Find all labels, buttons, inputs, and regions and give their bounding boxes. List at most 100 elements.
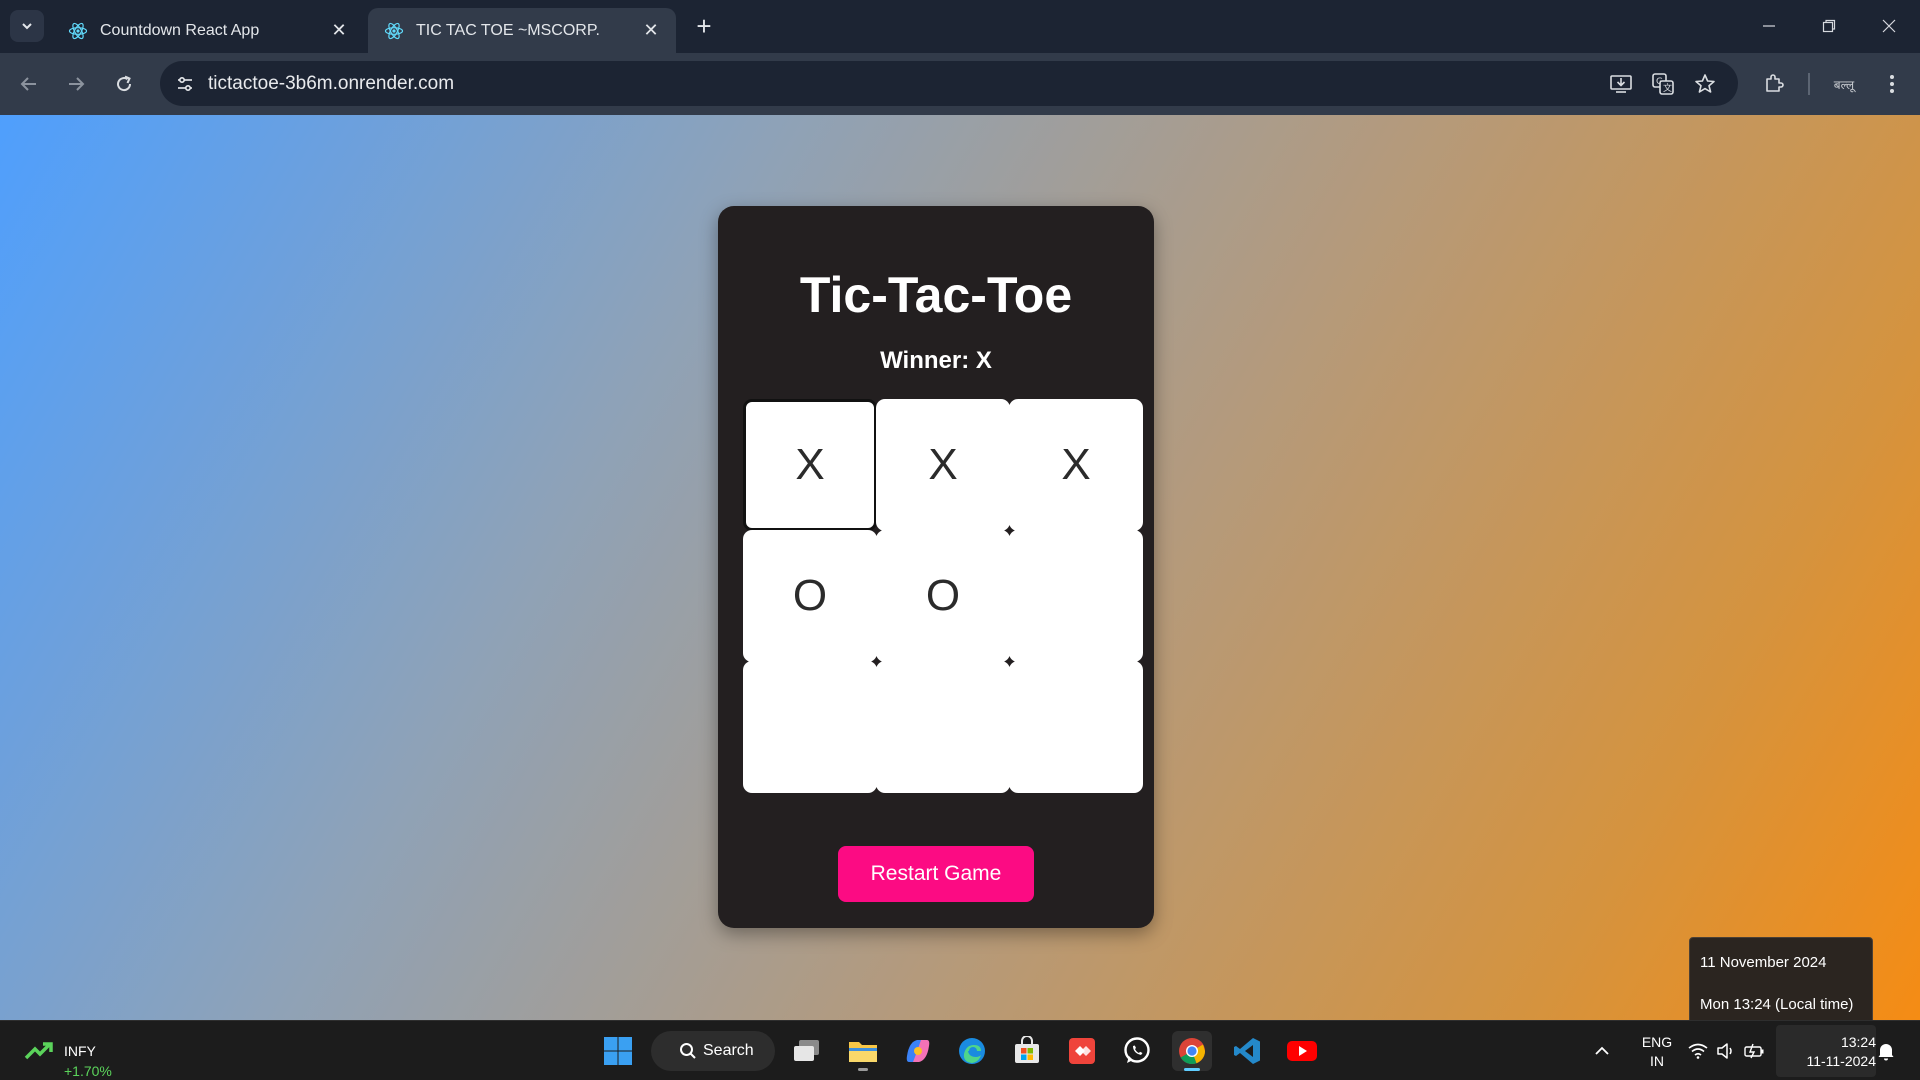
profile-button[interactable]: बल्लू (1826, 68, 1862, 100)
page-viewport: Tic-Tac-Toe Winner: X X X X O O Restart … (0, 115, 1920, 1020)
install-app-button[interactable] (1608, 71, 1634, 97)
more-vertical-icon (1890, 75, 1894, 93)
reload-button[interactable] (108, 68, 140, 100)
edge-button[interactable] (952, 1031, 992, 1071)
close-icon (1882, 19, 1896, 33)
task-view-button[interactable] (787, 1031, 827, 1071)
close-window-button[interactable] (1866, 8, 1912, 44)
file-explorer-button[interactable] (843, 1031, 883, 1071)
new-tab-button[interactable]: + (690, 11, 718, 41)
tab-title: TIC TAC TOE ~MSCORP. (416, 21, 600, 39)
datetime-tooltip: 11 November 2024 Mon 13:24 (Local time) (1689, 937, 1873, 1020)
battery-charging-icon (1744, 1043, 1764, 1059)
restore-button[interactable] (1806, 8, 1852, 44)
tooltip-local-time: Mon 13:24 (Local time) (1700, 996, 1854, 1013)
region-code: IN (1650, 1053, 1664, 1069)
board-cell-7[interactable] (743, 661, 877, 793)
stock-symbol: INFY (64, 1043, 96, 1059)
board-cell-5[interactable]: O (876, 530, 1010, 662)
folder-icon (849, 1042, 877, 1062)
chrome-icon (1179, 1038, 1205, 1065)
install-icon (1610, 75, 1632, 93)
restart-game-button[interactable]: Restart Game (838, 846, 1034, 902)
game-board: X X X O O (743, 399, 1143, 795)
speaker-icon (1717, 1043, 1732, 1059)
running-indicator (858, 1068, 868, 1071)
restore-icon (1822, 19, 1836, 33)
tab-title: Countdown React App (100, 21, 260, 39)
site-info-button[interactable] (168, 67, 202, 101)
board-cell-3[interactable]: X (1009, 399, 1143, 531)
task-view-icon (794, 1040, 819, 1061)
clock-date: 11-11-2024 (1806, 1053, 1876, 1069)
vscode-icon (1234, 1038, 1260, 1064)
extensions-button[interactable] (1758, 68, 1790, 100)
translate-icon: G文 (1652, 73, 1674, 95)
tune-icon (178, 76, 192, 92)
board-cell-9[interactable] (1009, 661, 1143, 793)
copilot-button[interactable] (898, 1031, 938, 1071)
search-label: Search (703, 1042, 754, 1059)
clock-time: 13:24 (1840, 1034, 1876, 1050)
board-cell-1[interactable]: X (743, 399, 877, 531)
wifi-icon (1688, 1043, 1708, 1059)
whatsapp-icon (1124, 1037, 1150, 1063)
start-button[interactable] (598, 1031, 638, 1071)
search-icon (680, 1043, 696, 1059)
stock-widget[interactable]: INFY +1.70% (22, 1031, 132, 1079)
trending-up-icon (24, 1042, 53, 1060)
microsoft-store-button[interactable] (1007, 1031, 1047, 1071)
close-icon[interactable]: ✕ (328, 20, 350, 42)
bookmark-button[interactable] (1692, 71, 1718, 97)
board-cell-4[interactable]: O (743, 530, 877, 662)
tab-tictactoe[interactable]: TIC TAC TOE ~MSCORP. ✕ (368, 8, 676, 53)
chrome-button[interactable] (1172, 1031, 1212, 1071)
tab-countdown[interactable]: Countdown React App ✕ (52, 8, 364, 53)
copilot-icon (906, 1040, 930, 1062)
profile-label: बल्लू (1833, 77, 1855, 92)
taskbar-search[interactable]: Search (651, 1031, 775, 1071)
tooltip-date: 11 November 2024 (1700, 954, 1827, 971)
translate-button[interactable]: G文 (1650, 71, 1676, 97)
language-code: ENG (1641, 1034, 1673, 1050)
vscode-button[interactable] (1227, 1031, 1267, 1071)
show-hidden-icons-button[interactable] (1592, 1039, 1612, 1063)
close-icon[interactable]: ✕ (640, 20, 662, 42)
minimize-button[interactable] (1746, 8, 1792, 44)
chevron-down-icon (22, 23, 32, 30)
windows-icon (604, 1037, 632, 1065)
youtube-icon (1287, 1041, 1317, 1061)
youtube-button[interactable] (1282, 1031, 1322, 1071)
address-bar[interactable]: tictactoe-3b6m.onrender.com G文 (160, 61, 1738, 106)
arrow-left-icon (20, 77, 36, 91)
taskbar-clock[interactable]: 13:24 11-11-2024 (1778, 1033, 1876, 1071)
edge-icon (959, 1038, 985, 1064)
arrow-right-icon (69, 77, 85, 91)
back-button[interactable] (13, 68, 45, 100)
winner-status: Winner: X (880, 347, 992, 374)
notifications-button[interactable] (1875, 1039, 1897, 1063)
tab-search-button[interactable] (10, 10, 44, 42)
volume-button[interactable] (1714, 1039, 1738, 1063)
menu-button[interactable] (1876, 68, 1908, 100)
whatsapp-button[interactable] (1117, 1031, 1157, 1071)
forward-button[interactable] (60, 68, 92, 100)
board-cell-8[interactable] (876, 661, 1010, 793)
reload-icon (117, 75, 132, 92)
battery-button[interactable] (1742, 1039, 1766, 1063)
url-text[interactable]: tictactoe-3b6m.onrender.com (208, 73, 454, 95)
active-indicator (1184, 1068, 1200, 1071)
browser-tab-strip: Countdown React App ✕ TIC TAC TOE ~MSCOR… (0, 0, 1920, 53)
minimize-icon (1763, 25, 1775, 27)
game-title: Tic-Tac-Toe (799, 267, 1073, 323)
board-cell-2[interactable]: X (876, 399, 1010, 531)
store-icon (1015, 1036, 1039, 1063)
bell-icon (1878, 1044, 1894, 1061)
anydesk-button[interactable] (1062, 1031, 1102, 1071)
input-language[interactable]: ENG IN (1634, 1033, 1680, 1071)
react-icon (384, 22, 404, 39)
stock-change: +1.70% (64, 1063, 112, 1079)
wifi-button[interactable] (1686, 1039, 1710, 1063)
board-cell-6[interactable] (1009, 530, 1143, 662)
chevron-up-icon (1595, 1046, 1609, 1055)
